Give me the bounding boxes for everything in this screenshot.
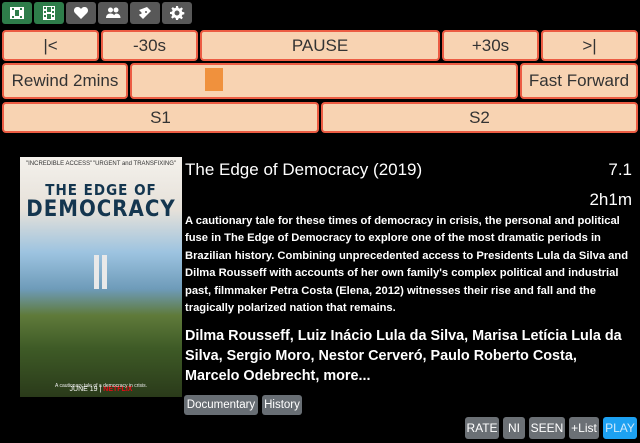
fast-forward-button[interactable]: Fast Forward xyxy=(520,63,638,99)
movie-description: A cautionary tale for these times of dem… xyxy=(185,215,629,315)
top-toolbar xyxy=(2,2,192,26)
back-30s-button[interactable]: -30s xyxy=(101,30,198,61)
ticket-icon[interactable] xyxy=(130,2,160,24)
people-icon[interactable] xyxy=(98,2,128,24)
gear-icon[interactable] xyxy=(162,2,192,24)
poster-towers-graphic xyxy=(94,255,108,289)
movie-runtime: 2h1m xyxy=(589,190,632,209)
film-icon[interactable] xyxy=(2,2,32,24)
forward-30s-button[interactable]: +30s xyxy=(442,30,539,61)
poster-quote-right: "URGENT and TRANSFIXING" xyxy=(92,161,176,167)
seek-slider-thumb[interactable] xyxy=(205,68,224,91)
movie-rating: 7.1 xyxy=(608,160,632,179)
season-2-button[interactable]: S2 xyxy=(321,102,638,133)
rate-button[interactable]: RATE xyxy=(465,417,499,439)
skip-back-button[interactable]: |< xyxy=(2,30,99,61)
seen-button[interactable]: SEEN xyxy=(529,417,565,439)
poster-quote-left: "INCREDIBLE ACCESS" xyxy=(26,161,93,167)
poster-quotes: "INCREDIBLE ACCESS" "URGENT and TRANSFIX… xyxy=(26,161,176,167)
poster-title: THE EDGE OF DEMOCRACY xyxy=(20,181,182,222)
genre-tag-history[interactable]: History xyxy=(262,395,302,415)
movie-title: The Edge of Democracy (2019) xyxy=(185,160,423,179)
filmstrip-icon[interactable] xyxy=(34,2,64,24)
play-button[interactable]: PLAY xyxy=(603,417,637,439)
seek-slider[interactable] xyxy=(130,63,518,99)
poster-tagline: A cautionary tale of a democracy in cris… xyxy=(55,383,147,389)
movie-cast: Dilma Rousseff, Luiz Inácio Lula da Silv… xyxy=(185,328,622,384)
add-list-button[interactable]: +List xyxy=(569,417,599,439)
skip-forward-button[interactable]: >| xyxy=(541,30,638,61)
pause-button[interactable]: PAUSE xyxy=(200,30,440,61)
heart-icon[interactable] xyxy=(66,2,96,24)
genre-tag-documentary[interactable]: Documentary xyxy=(184,395,258,415)
season-1-button[interactable]: S1 xyxy=(2,102,319,133)
rewind-2mins-button[interactable]: Rewind 2mins xyxy=(2,63,128,99)
poster-title-line2: DEMOCRACY xyxy=(26,197,176,222)
movie-poster[interactable]: "INCREDIBLE ACCESS" "URGENT and TRANSFIX… xyxy=(20,157,182,397)
ni-button[interactable]: NI xyxy=(503,417,525,439)
